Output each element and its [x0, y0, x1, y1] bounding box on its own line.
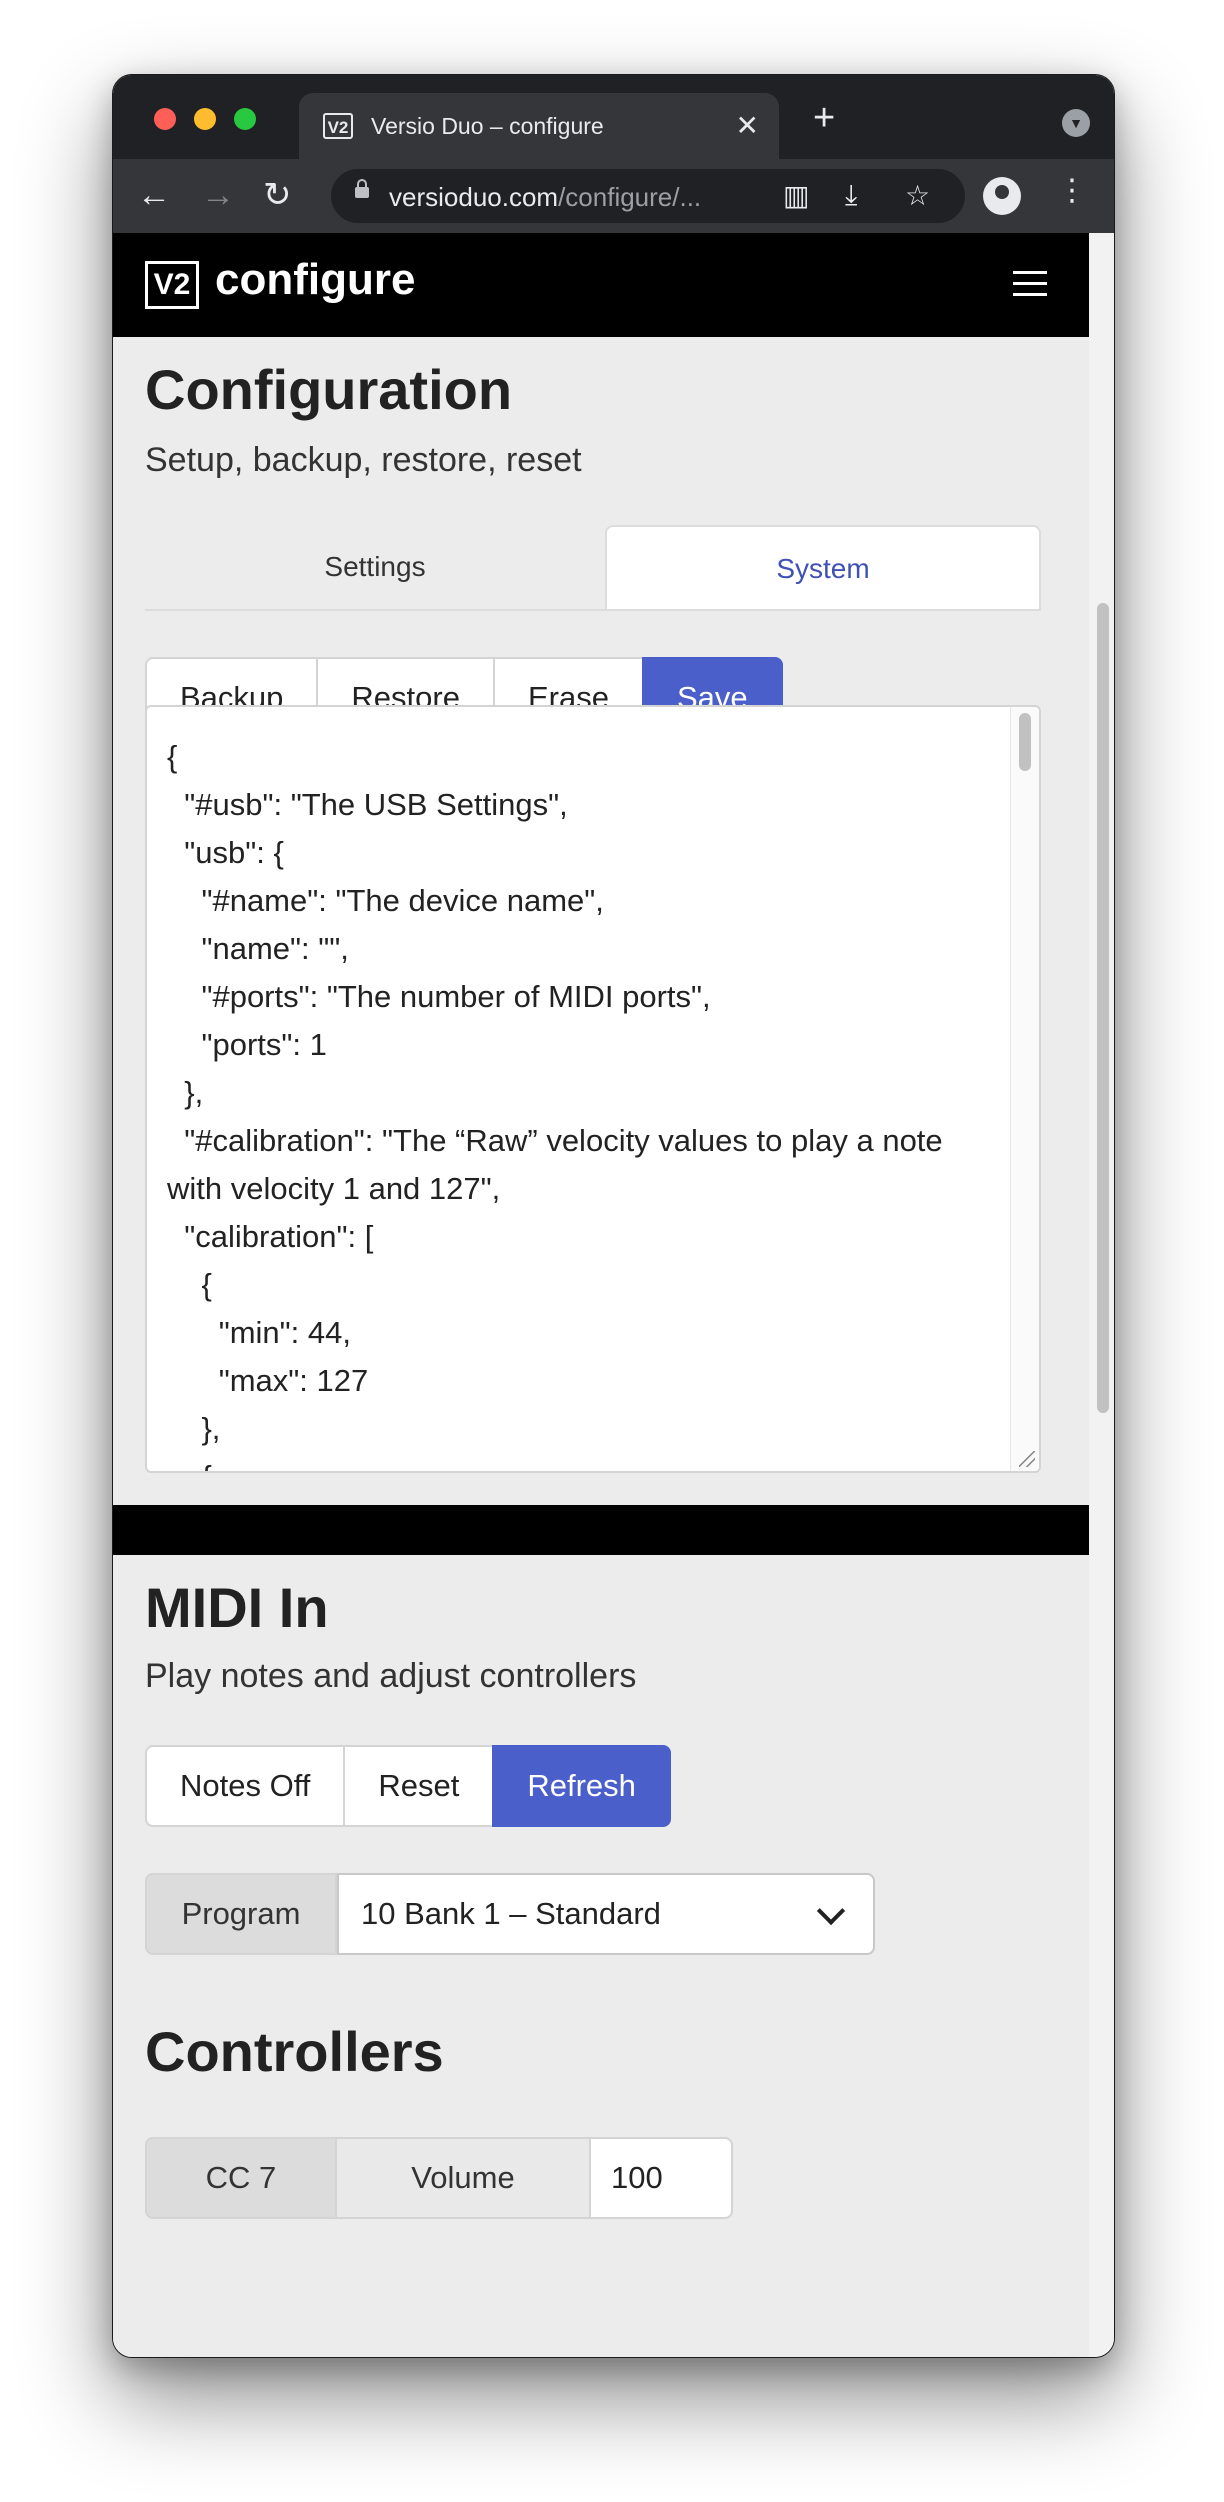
json-text[interactable]: { "#usb": "The USB Settings", "usb": { "…	[167, 733, 997, 1471]
tab-system[interactable]: System	[605, 525, 1041, 609]
midi-in-subtitle: Play notes and adjust controllers	[145, 1657, 637, 1695]
notes-off-button[interactable]: Notes Off	[145, 1745, 346, 1827]
refresh-button[interactable]: Refresh	[492, 1745, 671, 1827]
profile-avatar-icon[interactable]	[983, 177, 1021, 215]
tab-settings[interactable]: Settings	[145, 525, 605, 609]
piano-keys-icon[interactable]: ▥	[783, 179, 809, 212]
controller-value-input[interactable]: 100	[589, 2137, 733, 2219]
back-arrow-icon[interactable]: ←	[137, 175, 171, 215]
page-scrollbar[interactable]	[1089, 233, 1114, 2357]
controller-name: Volume	[335, 2137, 591, 2219]
configuration-subtitle: Setup, backup, restore, reset	[145, 441, 582, 479]
install-app-icon[interactable]: ⤓	[845, 179, 857, 212]
url-host: versioduo.com	[389, 182, 559, 212]
section-divider	[113, 1505, 1089, 1555]
browser-toolbar: ← → ↻ versioduo.com/configure/... ▥ ⤓ ☆ …	[113, 159, 1114, 233]
lock-icon	[355, 179, 369, 198]
logo-icon[interactable]: V2	[145, 261, 199, 309]
resize-handle-icon[interactable]	[1019, 1451, 1035, 1467]
forward-arrow-icon[interactable]: →	[201, 175, 235, 215]
tab-title: Versio Duo – configure	[371, 113, 604, 139]
chevron-down-icon	[816, 1896, 846, 1926]
reset-button[interactable]: Reset	[343, 1745, 495, 1827]
page-viewport: V2 configure Configuration Setup, backup…	[113, 233, 1089, 2357]
page-scroll-thumb[interactable]	[1097, 603, 1109, 1413]
tab-search-icon[interactable]: ▼	[1062, 109, 1090, 137]
configuration-tabs: Settings System	[145, 525, 1041, 611]
minimize-window-button[interactable]	[194, 108, 216, 130]
controller-cc-label: CC 7	[145, 2137, 337, 2219]
tab-bar: V2 Versio Duo – configure ✕ + ▼	[113, 75, 1114, 159]
close-tab-icon[interactable]: ✕	[736, 109, 759, 142]
program-label: Program	[145, 1873, 337, 1955]
hamburger-menu-icon[interactable]	[1013, 271, 1047, 297]
configuration-json-editor[interactable]: { "#usb": "The USB Settings", "usb": { "…	[145, 705, 1041, 1473]
controller-row: CC 7 Volume 100	[145, 2137, 733, 2219]
midi-in-title: MIDI In	[145, 1576, 329, 1639]
browser-window: V2 Versio Duo – configure ✕ + ▼ ← → ↻ ve…	[112, 74, 1115, 2358]
zoom-window-button[interactable]	[234, 108, 256, 130]
url-path: /configure/...	[558, 182, 702, 212]
url-text[interactable]: versioduo.com/configure/...	[389, 182, 701, 213]
browser-tab[interactable]: V2 Versio Duo – configure ✕	[299, 93, 779, 159]
reload-icon[interactable]: ↻	[263, 175, 292, 215]
site-header: V2 configure	[113, 233, 1089, 337]
configuration-title: Configuration	[145, 358, 513, 421]
favicon-icon: V2	[323, 113, 353, 139]
new-tab-icon[interactable]: +	[813, 97, 835, 140]
program-value: 10 Bank 1 – Standard	[361, 1896, 661, 1931]
address-bar[interactable]: versioduo.com/configure/... ▥ ⤓ ☆	[331, 169, 965, 223]
bookmark-star-icon[interactable]: ☆	[905, 179, 930, 212]
program-select[interactable]: 10 Bank 1 – Standard	[337, 1873, 875, 1955]
site-brand[interactable]: configure	[215, 255, 415, 305]
close-window-button[interactable]	[154, 108, 176, 130]
controllers-title: Controllers	[145, 2020, 444, 2083]
program-select-group: Program 10 Bank 1 – Standard	[145, 1873, 875, 1955]
editor-scrollbar[interactable]	[1010, 707, 1039, 1471]
editor-scroll-thumb[interactable]	[1019, 713, 1031, 771]
browser-menu-icon[interactable]: ⋮	[1057, 173, 1087, 208]
midi-button-group: Notes Off Reset Refresh	[145, 1745, 671, 1827]
